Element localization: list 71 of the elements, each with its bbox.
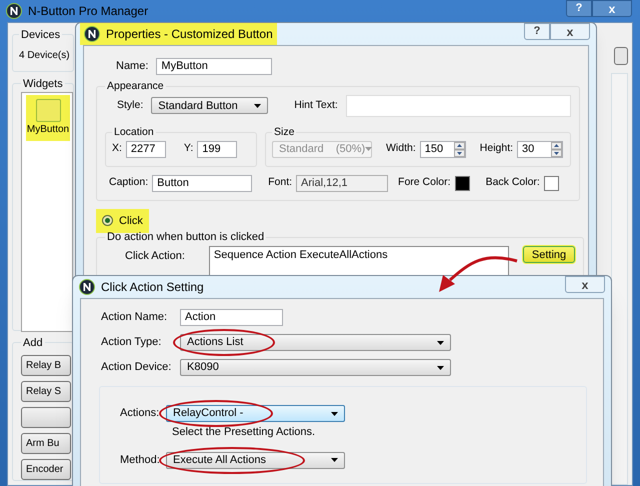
- field-label: Method:: [120, 452, 161, 468]
- close-button[interactable]: x: [550, 23, 590, 40]
- spinner-arrows-icon: [454, 142, 465, 156]
- text-field[interactable]: 2277: [126, 140, 166, 158]
- add-button[interactable]: Relay B: [21, 355, 71, 376]
- scrollbar[interactable]: [611, 72, 628, 485]
- dropdown[interactable]: RelayControl -: [166, 405, 345, 422]
- field-label: Style:: [117, 98, 144, 113]
- group-label: Do action when button is clicked: [106, 230, 266, 245]
- text-field[interactable]: MyButton: [156, 58, 272, 75]
- caret-icon: [254, 104, 262, 108]
- dialog-title: Properties - Customized Button: [106, 26, 273, 43]
- hint-text-field[interactable]: [346, 94, 571, 117]
- text-field[interactable]: Action: [180, 309, 283, 326]
- field-label: Width:: [386, 141, 416, 156]
- dropdown[interactable]: Execute All Actions: [166, 452, 345, 468]
- dialog-title: Click Action Setting: [101, 279, 204, 296]
- add-button[interactable]: Arm Bu: [21, 433, 71, 454]
- field-label: Name:: [116, 59, 148, 74]
- radio-option[interactable]: Click: [96, 208, 149, 233]
- side-button[interactable]: [614, 46, 628, 64]
- color-swatch[interactable]: [454, 176, 470, 190]
- field-label: Click Action:: [125, 248, 185, 264]
- device-count: 4 Device(s): [19, 50, 70, 61]
- text-field[interactable]: Button: [152, 174, 252, 192]
- field-label: Hint Text:: [294, 98, 338, 113]
- caret-icon: [331, 458, 338, 462]
- dropdown[interactable]: K8090: [180, 359, 451, 376]
- caret-icon: [437, 340, 444, 344]
- add-button[interactable]: [21, 407, 71, 428]
- hint-text: Select the Presetting Actions.: [172, 425, 316, 440]
- text-field[interactable]: 199: [197, 140, 238, 158]
- logo-icon: [6, 2, 22, 19]
- field-label: Back Color:: [486, 175, 540, 190]
- close-button[interactable]: x: [565, 276, 605, 293]
- logo-icon: [84, 26, 100, 42]
- field-label: Action Name:: [101, 310, 168, 326]
- caret-icon: [437, 366, 444, 370]
- group-label: Location: [113, 124, 155, 140]
- field-label: X:: [112, 141, 122, 156]
- text-field[interactable]: Arial,12,1: [296, 174, 388, 192]
- radio-icon: [102, 215, 113, 226]
- spinner-field[interactable]: 30: [517, 140, 564, 158]
- spinner-arrows-icon: [551, 142, 562, 156]
- add-button[interactable]: Relay S: [21, 381, 71, 402]
- group-label: Widgets: [22, 76, 64, 92]
- dropdown[interactable]: Standard Button: [151, 97, 268, 114]
- dropdown[interactable]: Actions List: [180, 334, 451, 351]
- spinner-field[interactable]: 150: [420, 140, 466, 158]
- color-swatch[interactable]: [544, 176, 559, 190]
- help-button[interactable]: ?: [524, 23, 550, 40]
- group-label: Appearance: [106, 79, 165, 94]
- widget-button-preview: [36, 99, 60, 122]
- field-label: Caption:: [109, 175, 148, 190]
- field-label: Actions:: [120, 406, 160, 422]
- group-label: Add: [22, 336, 44, 350]
- add-button[interactable]: Encoder: [21, 459, 71, 480]
- group-label: Devices: [20, 28, 62, 42]
- setting-button[interactable]: Setting: [522, 246, 576, 262]
- field-label: Font:: [268, 175, 292, 190]
- window-title: N-Button Pro Manager: [28, 2, 148, 20]
- field-label: Fore Color:: [398, 175, 451, 190]
- field-label: Y:: [184, 141, 194, 156]
- group-label: Size: [273, 124, 296, 140]
- logo-icon: [79, 279, 95, 295]
- caret-icon: [365, 147, 372, 151]
- field-label: Height:: [480, 141, 514, 156]
- widget-item[interactable]: MyButton: [26, 95, 70, 141]
- field-label: Action Device:: [101, 360, 172, 376]
- field-label: Action Type:: [101, 335, 162, 350]
- caret-icon: [331, 412, 338, 416]
